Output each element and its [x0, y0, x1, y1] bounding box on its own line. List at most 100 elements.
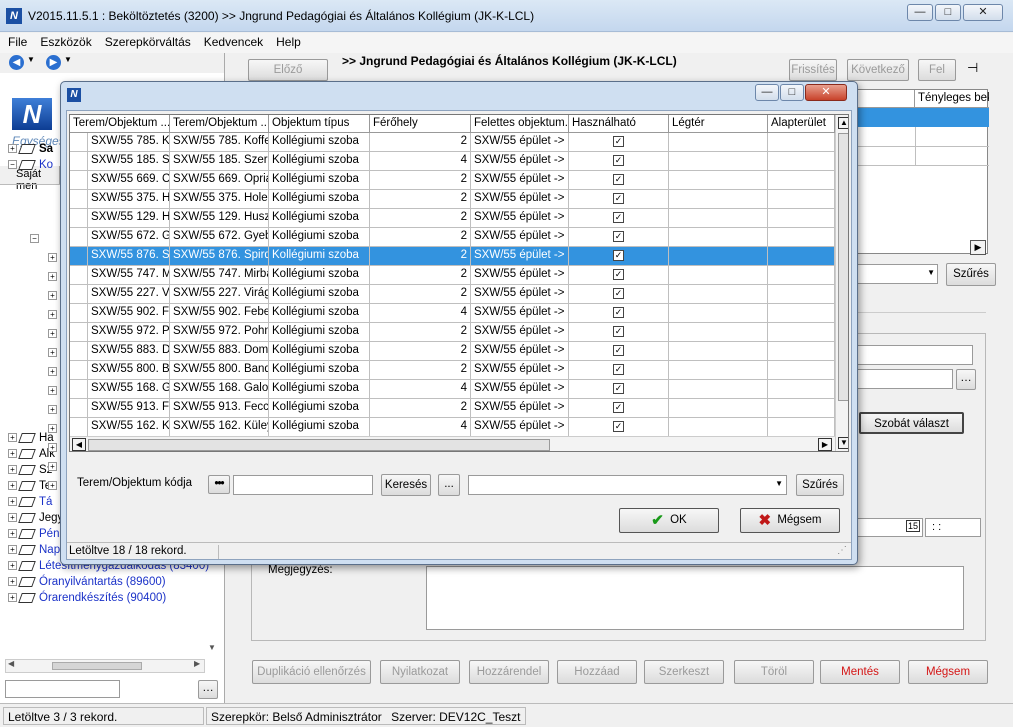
row-indicator[interactable] — [70, 418, 88, 437]
collapse-icon[interactable]: − — [30, 234, 39, 243]
expand-icon[interactable]: + — [48, 424, 57, 433]
row-indicator[interactable] — [70, 133, 88, 152]
menu-item-1[interactable]: Eszközök — [32, 33, 96, 49]
expand-icon[interactable]: + — [48, 310, 57, 319]
row-indicator[interactable] — [70, 247, 88, 266]
bg-filter-select[interactable]: ▼ — [854, 264, 938, 284]
row-indicator[interactable] — [70, 380, 88, 399]
checkbox-icon[interactable]: ✓ — [613, 155, 624, 166]
maximize-button[interactable]: □ — [935, 4, 961, 21]
checkbox-icon[interactable]: ✓ — [613, 269, 624, 280]
scroll-down-icon[interactable]: ▼ — [838, 437, 848, 449]
column-header[interactable]: Terem/Objektum ... — [70, 115, 170, 133]
expand-icon[interactable]: + — [48, 272, 57, 281]
expand-icon[interactable]: + — [8, 481, 17, 491]
detail-name-field[interactable]: a. — [843, 345, 973, 365]
row-indicator[interactable] — [70, 171, 88, 190]
left-search-button[interactable]: … — [198, 680, 218, 699]
notes-textarea[interactable] — [426, 566, 964, 630]
tree-item[interactable]: − Ko — [8, 159, 53, 175]
table-row[interactable]: SXW/55 972. P SXW/55 972. Pohns Kollégiumi… — [70, 323, 835, 342]
expand-icon[interactable]: + — [48, 348, 57, 357]
scroll-left-icon[interactable]: ◀ — [72, 438, 86, 451]
table-row[interactable]: SXW/55 185. S SXW/55 185. Szere Kollégiumi… — [70, 152, 835, 171]
grid-hscrollbar[interactable]: ◀ ▶ — [70, 436, 835, 451]
tree-scroll-left-icon[interactable]: ◀ — [8, 659, 14, 668]
detail-room-lookup-button[interactable]: … — [956, 369, 976, 390]
back-arrow-icon[interactable]: ◀ — [9, 55, 24, 70]
expand-icon[interactable]: + — [8, 433, 17, 443]
tree-item[interactable]: + Óranyilvántartás (89600) — [8, 576, 166, 592]
ok-button[interactable]: ✔ OK — [619, 508, 719, 533]
tree-item[interactable]: + Órarendkészítés (90400) — [8, 592, 166, 608]
grid-hscroll-thumb[interactable] — [88, 439, 550, 451]
menu-item-0[interactable]: File — [0, 33, 32, 49]
expand-icon[interactable]: + — [8, 529, 17, 539]
expand-icon[interactable]: + — [8, 144, 17, 154]
checkbox-icon[interactable]: ✓ — [613, 288, 624, 299]
dialog-minimize-button[interactable]: — — [755, 84, 779, 101]
checkbox-icon[interactable]: ✓ — [613, 250, 624, 261]
bottom-button[interactable]: Mégsem — [908, 660, 988, 684]
search-button[interactable]: Keresés — [381, 474, 431, 496]
collapse-icon[interactable]: − — [8, 160, 17, 170]
row-indicator[interactable] — [70, 342, 88, 361]
table-row[interactable]: SXW/55 375. H SXW/55 375. Holec Kollégiumi… — [70, 190, 835, 209]
search-lookup-button[interactable]: ... — [438, 474, 460, 496]
table-row[interactable]: SXW/55 747. M SXW/55 747. Mirba Kollégiumi… — [70, 266, 835, 285]
left-search-input[interactable] — [5, 680, 120, 698]
expand-icon[interactable]: + — [48, 443, 57, 452]
filter-select[interactable]: ▼ — [468, 475, 787, 495]
expand-icon[interactable]: + — [48, 367, 57, 376]
close-button[interactable]: ✕ — [963, 4, 1003, 21]
row-indicator[interactable] — [70, 228, 88, 247]
prev-button[interactable]: Előző — [248, 59, 328, 81]
scroll-up-icon[interactable]: ▲ — [838, 117, 848, 129]
row-indicator[interactable] — [70, 285, 88, 304]
row-indicator[interactable] — [70, 209, 88, 228]
expand-icon[interactable]: + — [48, 329, 57, 338]
row-indicator[interactable] — [70, 323, 88, 342]
detail-room-field[interactable] — [843, 369, 953, 389]
tree-hscrollbar[interactable]: ◀ ▶ — [5, 659, 205, 673]
checkbox-icon[interactable]: ✓ — [613, 383, 624, 394]
minimize-button[interactable]: — — [907, 4, 933, 21]
bottom-button[interactable]: Mentés — [820, 660, 900, 684]
expand-icon[interactable]: + — [8, 449, 17, 459]
menu-item-3[interactable]: Kedvencek — [196, 33, 268, 49]
search-input[interactable] — [233, 475, 373, 495]
checkbox-icon[interactable]: ✓ — [613, 421, 624, 432]
table-row[interactable]: SXW/55 913. F SXW/55 913. Fecc Kollégiumi … — [70, 399, 835, 418]
row-indicator[interactable] — [70, 399, 88, 418]
bg-filter-button[interactable]: Szűrés — [946, 263, 996, 286]
table-row[interactable]: SXW/55 129. H SXW/55 129. Huszc Kollégiumi… — [70, 209, 835, 228]
expand-icon[interactable]: + — [48, 481, 57, 490]
row-indicator[interactable] — [70, 190, 88, 209]
row-indicator[interactable] — [70, 266, 88, 285]
forward-dropdown-icon[interactable]: ▼ — [64, 55, 72, 64]
grid-vscroll-thumb[interactable] — [838, 133, 848, 401]
tree-item[interactable]: + Tá — [8, 496, 52, 512]
row-indicator[interactable] — [70, 361, 88, 380]
table-row[interactable]: SXW/55 168. G SXW/55 168. Galo Kollégiumi … — [70, 380, 835, 399]
resize-grip-icon[interactable]: ⋰ — [837, 545, 847, 556]
tree-scroll-right-icon[interactable]: ▶ — [194, 659, 200, 668]
scroll-right-icon[interactable]: ▶ — [818, 438, 832, 451]
cancel-button[interactable]: ✖ Mégsem — [740, 508, 840, 533]
column-header[interactable]: Objektum típus — [269, 115, 370, 133]
row-indicator[interactable] — [70, 152, 88, 171]
table-row[interactable]: SXW/55 902. F SXW/55 902. Feber Kollégiumi… — [70, 304, 835, 323]
expand-icon[interactable]: + — [8, 497, 17, 507]
grid-vscrollbar[interactable]: ▲ ▼ — [835, 115, 848, 451]
bottom-button[interactable]: Szerkeszt — [644, 660, 724, 684]
expand-icon[interactable]: + — [8, 561, 17, 571]
dialog-maximize-button[interactable]: □ — [780, 84, 804, 101]
checkbox-icon[interactable]: ✓ — [613, 231, 624, 242]
tree-item[interactable]: + Te — [8, 480, 51, 496]
expand-icon[interactable]: + — [8, 593, 17, 603]
dialog-close-button[interactable]: ✕ — [805, 84, 847, 101]
checkbox-icon[interactable]: ✓ — [613, 345, 624, 356]
tree-item[interactable]: + Sz — [8, 464, 52, 480]
column-header[interactable]: Férőhely — [370, 115, 471, 133]
bottom-button[interactable]: Hozzáad — [557, 660, 637, 684]
